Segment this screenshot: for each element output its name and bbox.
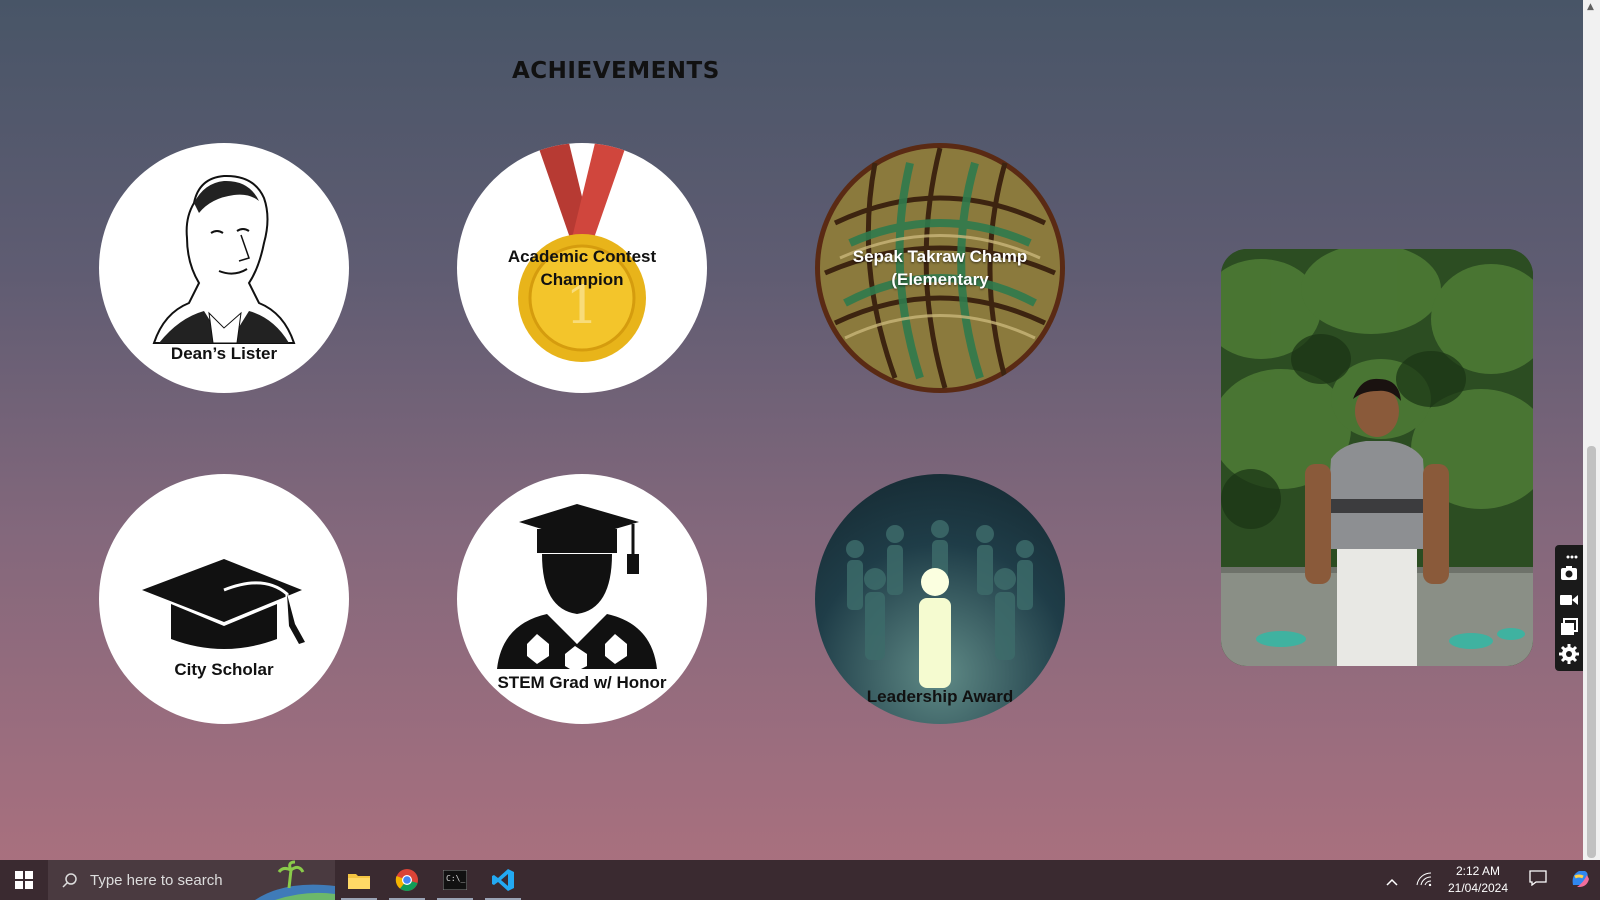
scroll-thumb[interactable]: [1587, 446, 1596, 858]
profile-photo-image: [1221, 249, 1533, 666]
start-button[interactable]: [0, 860, 48, 900]
achievement-deans-lister[interactable]: Dean’s Lister: [99, 143, 349, 393]
achievement-label: STEM Grad w/ Honor: [497, 673, 667, 692]
achievement-academic-contest[interactable]: 1 Academic Contest Champion: [457, 143, 707, 393]
page-scrollbar[interactable]: ▲: [1583, 0, 1600, 860]
search-icon: [62, 873, 77, 888]
windows-logo-icon: [15, 871, 33, 889]
camera-icon[interactable]: [1559, 563, 1579, 583]
settings-gear-icon[interactable]: [1559, 644, 1579, 664]
taskbar-file-explorer[interactable]: [335, 860, 383, 900]
search-placeholder: Type here to search: [90, 871, 223, 889]
taskbar-clock[interactable]: 2:12 AM 21/04/2024: [1440, 863, 1516, 897]
clock-time: 2:12 AM: [1455, 864, 1501, 878]
taskbar-search[interactable]: Type here to search: [48, 860, 335, 900]
copilot-icon[interactable]: [1560, 867, 1600, 893]
achievement-city-scholar[interactable]: City Scholar: [99, 474, 349, 724]
taskbar-vscode[interactable]: [479, 860, 527, 900]
page-title: ACHIEVEMENTS: [512, 58, 720, 84]
achievement-stem-grad[interactable]: STEM Grad w/ Honor: [457, 474, 707, 724]
system-tray: 2:12 AM 21/04/2024: [1376, 860, 1600, 900]
taskbar-terminal[interactable]: C:\_: [431, 860, 479, 900]
more-options-icon[interactable]: [1559, 547, 1579, 559]
video-record-icon[interactable]: [1559, 590, 1579, 610]
graduation-cap-icon: [142, 559, 305, 649]
svg-text:C:\_: C:\_: [446, 874, 465, 883]
taskbar-chrome[interactable]: [383, 860, 431, 900]
achievement-sepak-takraw[interactable]: Sepak Takraw Champ (Elementary: [815, 143, 1065, 393]
achievement-label: Leadership Award: [866, 687, 1014, 706]
vscode-icon: [492, 869, 514, 891]
terminal-icon: C:\_: [443, 870, 467, 890]
clock-date: 21/04/2024: [1447, 881, 1509, 895]
windows-taskbar: Type here to search C:\_ 2:12 AM 21/04/2…: [0, 860, 1600, 900]
achievement-label: Academic Contest Champion: [457, 245, 707, 291]
chrome-icon: [395, 869, 418, 891]
folder-icon: [348, 874, 370, 889]
achievement-label: Sepak Takraw Champ (Elementary: [815, 245, 1065, 291]
achievement-label: City Scholar: [174, 660, 274, 679]
scroll-up-icon[interactable]: ▲: [1587, 2, 1594, 12]
search-highlight-image: [255, 860, 335, 900]
achievement-leadership[interactable]: Leadership Award: [815, 474, 1065, 724]
achievement-label-line1: Academic Contest: [507, 247, 657, 266]
wifi-icon[interactable]: [1408, 871, 1440, 890]
achievement-label: Dean’s Lister: [170, 344, 278, 363]
notification-center-icon[interactable]: [1516, 870, 1560, 890]
window-capture-icon[interactable]: [1559, 617, 1579, 637]
capture-toolbar: [1555, 545, 1583, 671]
achievement-label-line1: Sepak Takraw Champ: [852, 247, 1028, 266]
chevron-up-icon[interactable]: [1376, 871, 1408, 890]
achievement-label-line2: (Elementary: [891, 270, 989, 289]
achievement-label-line2: Champion: [540, 270, 624, 289]
profile-photo: [1221, 249, 1533, 666]
